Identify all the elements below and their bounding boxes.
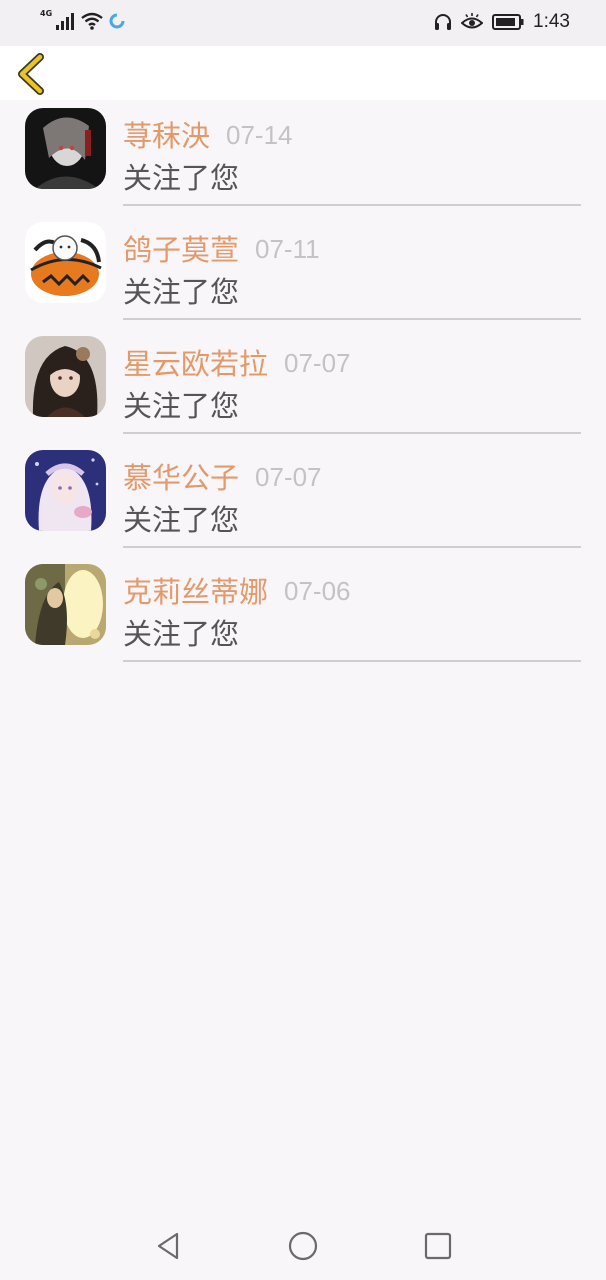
message: 关注了您 [123, 389, 240, 423]
message: 关注了您 [123, 617, 240, 651]
chevron-left-icon [18, 53, 44, 95]
divider [123, 204, 581, 206]
list-item[interactable]: 鸽子莫萱 07-11 关注了您 [0, 214, 606, 328]
back-button[interactable] [14, 53, 54, 95]
avatar[interactable] [25, 450, 106, 531]
divider [123, 660, 581, 662]
divider [123, 318, 581, 320]
date: 07-07 [255, 462, 322, 492]
eye-comfort-icon [461, 13, 484, 29]
clock: 1:43 [533, 11, 570, 32]
wifi-icon [81, 12, 103, 30]
date: 07-07 [284, 348, 351, 378]
username[interactable]: 鸽子莫萱 07-11 [123, 231, 320, 268]
divider [123, 546, 581, 548]
follower-notification-list: 荨秣泱 07-14 关注了您 鸽子莫萱 07-11 关注了您 星云欧若拉 07-… [0, 100, 606, 670]
username[interactable]: 星云欧若拉 07-07 [123, 345, 351, 382]
username-text: 慕华公子 [123, 461, 240, 495]
nav-back-button[interactable] [153, 1230, 185, 1262]
status-bar: 4G 1:43 [0, 0, 606, 46]
nav-home-button[interactable] [287, 1230, 319, 1262]
username-text: 鸽子莫萱 [123, 233, 240, 267]
username-text: 克莉丝蒂娜 [123, 575, 269, 609]
loading-icon [109, 13, 125, 29]
header [0, 46, 606, 100]
back-triangle-icon [157, 1232, 179, 1260]
message: 关注了您 [123, 275, 240, 309]
nav-recents-button[interactable] [422, 1230, 454, 1262]
username-text: 星云欧若拉 [123, 347, 269, 381]
list-item[interactable]: 慕华公子 07-07 关注了您 [0, 442, 606, 556]
username-text: 荨秣泱 [123, 119, 211, 153]
list-item[interactable]: 星云欧若拉 07-07 关注了您 [0, 328, 606, 442]
divider [123, 432, 581, 434]
message: 关注了您 [123, 503, 240, 537]
headphones-icon [435, 14, 452, 30]
system-nav-bar [0, 1212, 606, 1280]
date: 07-14 [226, 120, 293, 150]
network-type: 4G [40, 9, 53, 18]
status-right: 1:43 [434, 11, 570, 33]
username[interactable]: 克莉丝蒂娜 07-06 [123, 573, 351, 610]
username[interactable]: 慕华公子 07-07 [123, 459, 322, 496]
avatar[interactable] [25, 222, 106, 303]
avatar[interactable] [25, 336, 106, 417]
username[interactable]: 荨秣泱 07-14 [123, 117, 293, 154]
home-circle-icon [288, 1231, 318, 1261]
message: 关注了您 [123, 161, 240, 195]
avatar[interactable] [25, 108, 106, 189]
date: 07-11 [255, 234, 320, 264]
status-left: 4G [40, 9, 126, 30]
battery-icon [492, 14, 524, 30]
recents-square-icon [424, 1232, 452, 1260]
signal-icon [56, 13, 75, 30]
avatar[interactable] [25, 564, 106, 645]
list-item[interactable]: 克莉丝蒂娜 07-06 关注了您 [0, 556, 606, 670]
date: 07-06 [284, 576, 351, 606]
list-item[interactable]: 荨秣泱 07-14 关注了您 [0, 100, 606, 214]
